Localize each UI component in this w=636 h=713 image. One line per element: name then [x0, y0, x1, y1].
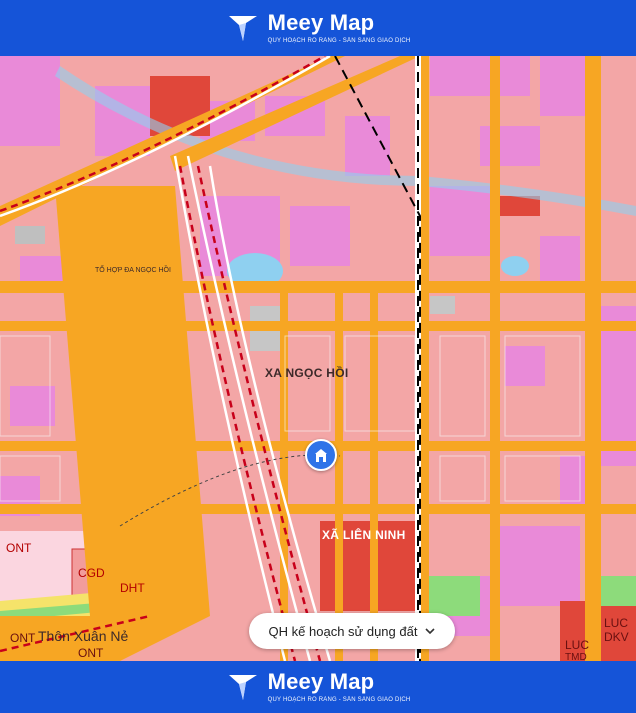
location-marker[interactable] [305, 439, 337, 471]
footer-brand-tagline: QUY HOẠCH RÕ RÀNG - SẴN SÀNG GIAO DỊCH [267, 697, 411, 703]
zone-label-luc: LUC [565, 638, 590, 652]
zone-label-luc-2: LUC [604, 616, 629, 630]
label-thon-xuan-ne: Thôn Xuân Nẻ [38, 628, 129, 644]
layer-selector-label: QH kế hoạch sử dụng đất [268, 623, 418, 639]
meey-map-logo-icon [228, 675, 257, 700]
brand-logo[interactable]: Meey Map QUY HOẠCH RÕ RÀNG - SẴN SÀNG GI… [226, 11, 411, 45]
zone-label-ont-2: ONT [10, 631, 36, 645]
zone-label-ont: ONT [6, 541, 32, 555]
building-location-pin-icon [315, 449, 327, 462]
zone-label-tmd: TMD [565, 652, 587, 661]
zone-label-ont-3: ONT [78, 646, 104, 660]
meey-map-logo-icon [228, 16, 257, 41]
footer-brand-name: Meey Map [267, 669, 375, 694]
label-to-hop: TỔ HỢP ĐA NGỌC HỒI [95, 267, 171, 274]
brand-name: Meey Map [267, 10, 375, 35]
zone-label-cgd: CGD [78, 566, 105, 580]
layer-selector-dropdown[interactable]: QH kế hoạch sử dụng đất [249, 613, 455, 649]
header-bar: Meey Map QUY HOẠCH RÕ RÀNG - SẴN SÀNG GI… [0, 0, 636, 56]
brand-tagline: QUY HOẠCH RÕ RÀNG - SẴN SÀNG GIAO DỊCH [267, 38, 411, 44]
footer-brand-logo[interactable]: Meey Map QUY HOẠCH RÕ RÀNG - SẴN SÀNG GI… [226, 670, 411, 704]
zone-label-dht: DHT [120, 581, 145, 595]
map-view[interactable]: XA NGỌC HỒI XÃ LIÊN NINH TỔ HỢP ĐA NGỌC … [0, 56, 636, 661]
label-xa-ngoc-hoi: XA NGỌC HỒI [265, 366, 349, 380]
chevron-down-icon [425, 628, 436, 635]
footer-bar: Meey Map QUY HOẠCH RÕ RÀNG - SẴN SÀNG GI… [0, 661, 636, 713]
zone-label-dkv: DKV [604, 630, 629, 644]
label-xa-lien-ninh: XÃ LIÊN NINH [322, 528, 406, 542]
